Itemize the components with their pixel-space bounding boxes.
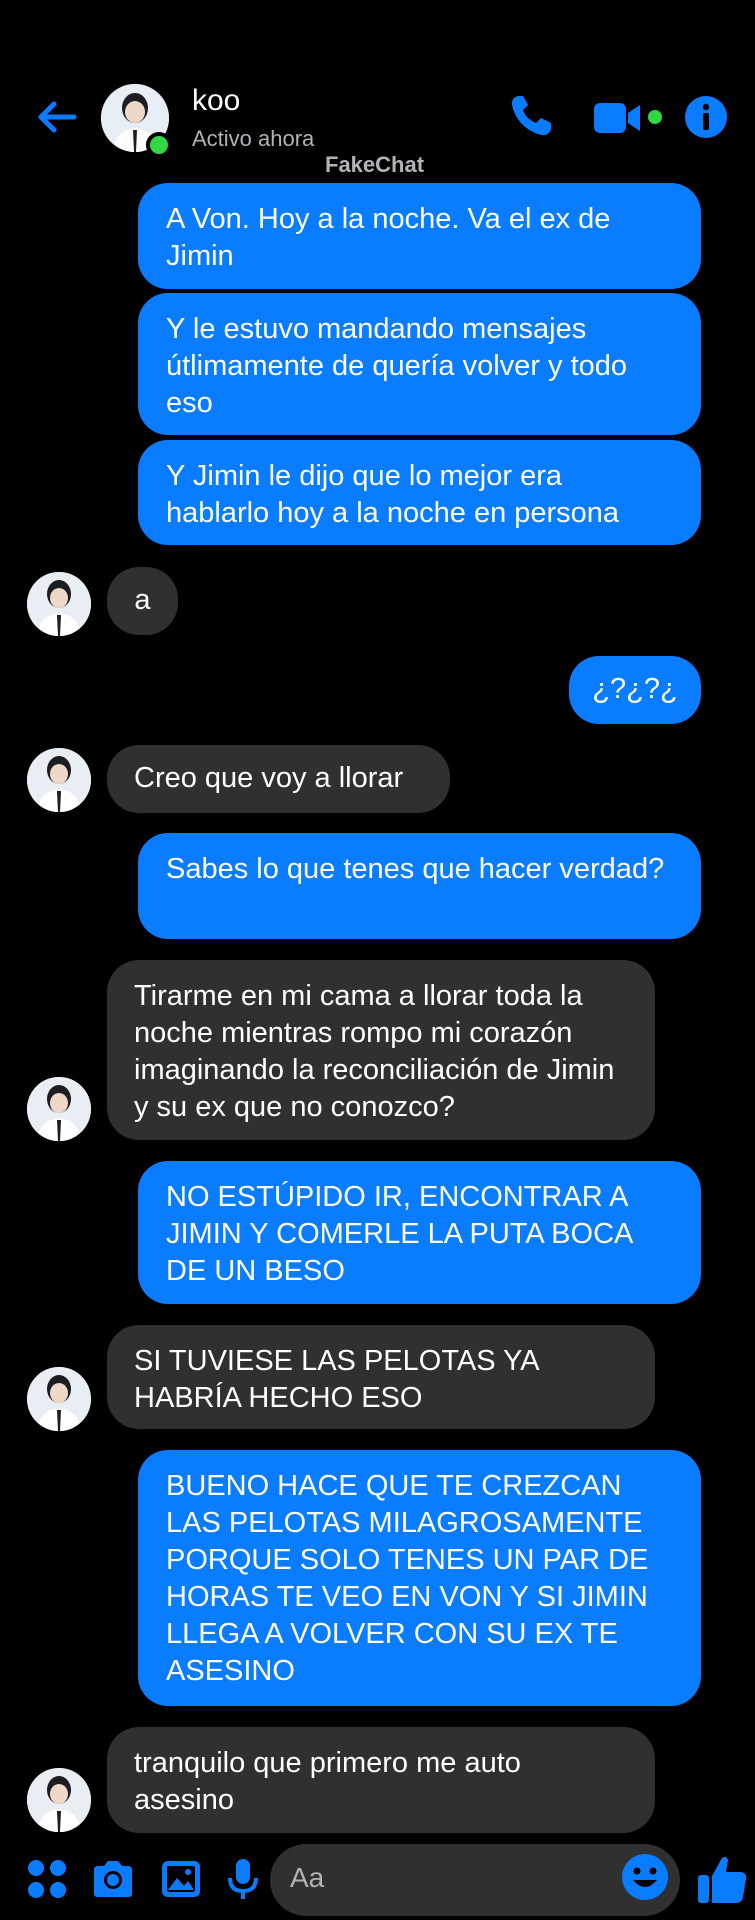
chat-header: koo Activo ahora FakeChat — [0, 0, 755, 180]
sender-avatar[interactable] — [27, 1077, 91, 1141]
incoming-message[interactable]: SI TUVIESE LAS PELOTAS YA HABRÍA HECHO E… — [107, 1325, 655, 1429]
incoming-message[interactable]: Creo que voy a llorar — [107, 745, 450, 813]
sender-avatar[interactable] — [27, 1367, 91, 1431]
microphone-icon[interactable] — [220, 1856, 266, 1902]
outgoing-message[interactable]: BUENO HACE QUE TE CREZCAN LAS PELOTAS MI… — [138, 1450, 701, 1706]
incoming-message[interactable]: Tirarme en mi cama a llorar toda la noch… — [107, 960, 655, 1140]
video-call-icon[interactable] — [592, 99, 664, 137]
phone-call-icon[interactable] — [507, 92, 555, 140]
apps-icon[interactable] — [24, 1856, 70, 1902]
info-icon[interactable] — [684, 95, 728, 139]
incoming-message[interactable]: a — [107, 567, 178, 635]
incoming-message[interactable]: tranquilo que primero me auto asesino — [107, 1727, 655, 1833]
online-indicator — [146, 132, 172, 158]
message-input[interactable]: Aa — [270, 1844, 680, 1916]
thumbs-up-icon[interactable] — [695, 1852, 749, 1906]
outgoing-message[interactable]: ¿?¿?¿ — [569, 656, 701, 724]
back-arrow-icon[interactable] — [34, 94, 80, 140]
camera-icon[interactable] — [90, 1856, 136, 1902]
outgoing-message[interactable]: Y Jimin le dijo que lo mejor era hablarl… — [138, 440, 701, 545]
gallery-icon[interactable] — [158, 1856, 204, 1902]
contact-name[interactable]: koo — [192, 84, 240, 118]
outgoing-message[interactable]: A Von. Hoy a la noche. Va el ex de Jimin — [138, 183, 701, 289]
emoji-icon[interactable] — [620, 1852, 670, 1902]
watermark-text: FakeChat — [325, 152, 425, 177]
sender-avatar[interactable] — [27, 748, 91, 812]
contact-status: Activo ahora — [192, 126, 315, 151]
outgoing-message[interactable]: Sabes lo que tenes que hacer verdad? — [138, 833, 701, 939]
outgoing-message[interactable]: NO ESTÚPIDO IR, ENCONTRAR A JIMIN Y COME… — [138, 1161, 701, 1304]
message-input-placeholder: Aa — [290, 1862, 325, 1893]
sender-avatar[interactable] — [27, 572, 91, 636]
sender-avatar[interactable] — [27, 1768, 91, 1832]
outgoing-message[interactable]: Y le estuvo mandando mensajes útlimament… — [138, 293, 701, 435]
